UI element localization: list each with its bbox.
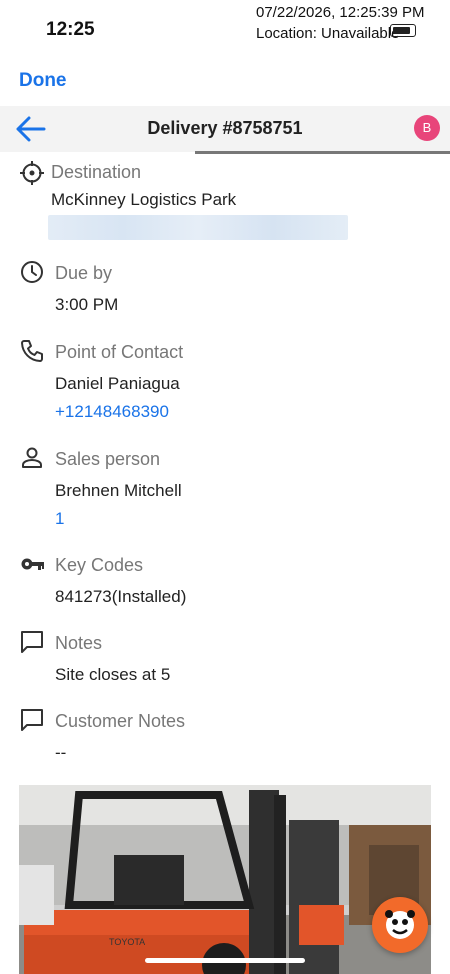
address-redacted xyxy=(48,215,348,240)
nav-bar: Delivery #8758751 B xyxy=(0,106,450,152)
destination-label: Destination xyxy=(51,162,142,182)
done-button[interactable]: Done xyxy=(19,70,67,92)
mascot-icon xyxy=(385,910,415,939)
done-bar: Done xyxy=(0,60,450,106)
battery-icon xyxy=(390,24,416,37)
key-icon xyxy=(21,558,44,570)
customer-notes-value: -- xyxy=(55,743,67,762)
timestamp-overlay: 07/22/2026, 12:25:39 PM Location: Unavai… xyxy=(256,2,448,44)
customer-notes-label: Customer Notes xyxy=(55,711,186,731)
keycodes-label: Key Codes xyxy=(55,555,144,575)
contact-name: Daniel Paniagua xyxy=(55,374,180,393)
chat-icon xyxy=(21,709,43,731)
tab-indicator xyxy=(195,151,450,154)
mascot-fab-button[interactable] xyxy=(372,897,428,953)
due-label: Due by xyxy=(55,263,113,283)
page-title: Delivery #8758751 xyxy=(147,118,303,138)
contact-label: Point of Contact xyxy=(55,342,184,362)
forklift-image: TOYOTA xyxy=(19,785,431,974)
overlay-datetime: 07/22/2026, 12:25:39 PM xyxy=(256,4,425,21)
clock-icon xyxy=(21,261,43,283)
delivery-photo[interactable]: TOYOTA xyxy=(19,785,431,974)
crosshair-icon xyxy=(20,161,44,185)
due-value: 3:00 PM xyxy=(55,295,119,314)
notes-label: Notes xyxy=(55,633,103,653)
sales-name: Brehnen Mitchell xyxy=(55,481,182,500)
sales-label: Sales person xyxy=(55,449,161,469)
status-time: 12:25 xyxy=(46,19,95,40)
person-icon xyxy=(22,447,42,468)
sales-link[interactable]: 1 xyxy=(55,509,64,529)
keycodes-value: 841273(Installed) xyxy=(55,587,187,606)
destination-value: McKinney Logistics Park xyxy=(51,190,237,209)
status-bar: 12:25 07/22/2026, 12:25:39 PM Location: … xyxy=(0,0,450,60)
avatar[interactable]: B xyxy=(414,115,440,141)
notes-value: Site closes at 5 xyxy=(55,665,171,684)
forklift-brand-text: TOYOTA xyxy=(109,937,145,947)
phone-icon xyxy=(21,340,43,362)
overlay-location: Location: Unavailable xyxy=(256,25,400,42)
home-indicator xyxy=(145,958,305,963)
contact-phone-link[interactable]: +12148468390 xyxy=(55,402,169,422)
chat-icon xyxy=(21,631,43,653)
